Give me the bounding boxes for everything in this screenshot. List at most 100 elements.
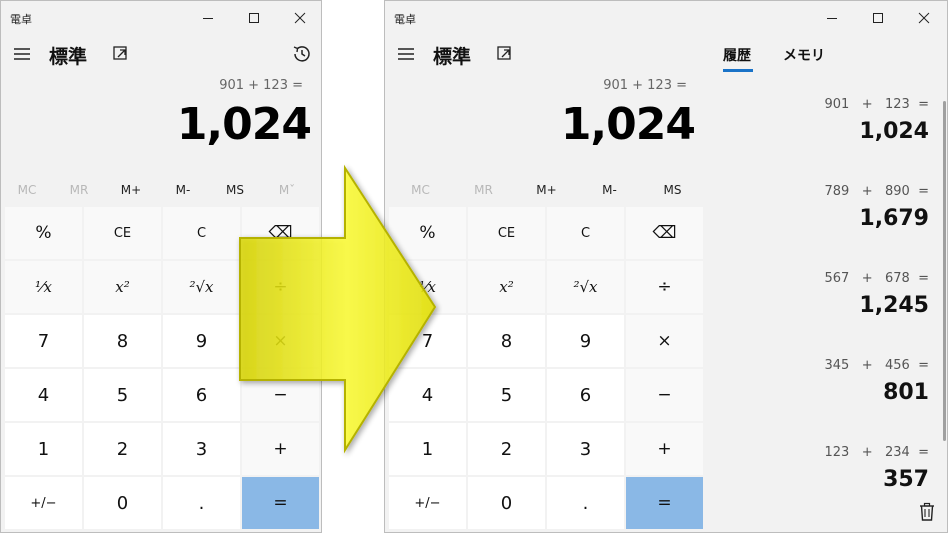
- key-multiply[interactable]: ×: [626, 315, 703, 367]
- key-percent[interactable]: %: [5, 207, 82, 259]
- key-backspace[interactable]: ⌫: [626, 207, 703, 259]
- key-add[interactable]: +: [626, 423, 703, 475]
- memory-button-mr[interactable]: MR: [53, 177, 105, 203]
- title-bar[interactable]: 電卓: [1, 1, 321, 35]
- key-square[interactable]: x²: [84, 261, 161, 313]
- active-tab-indicator: [723, 69, 753, 72]
- memory-button-ms[interactable]: MS: [209, 177, 261, 203]
- history-scrollbar[interactable]: [943, 101, 946, 441]
- minimize-button[interactable]: [185, 3, 231, 33]
- key-subtract[interactable]: −: [242, 369, 319, 421]
- key-digit-1[interactable]: 1: [5, 423, 82, 475]
- key-label: ²√x: [573, 278, 598, 296]
- key-divide[interactable]: ÷: [242, 261, 319, 313]
- key-digit-9[interactable]: 9: [163, 315, 240, 367]
- key-label: CE: [497, 225, 516, 241]
- history-item[interactable]: 123 + 234 = 357: [703, 441, 929, 521]
- key-square-root[interactable]: ²√x: [547, 261, 624, 313]
- memory-button-mplus[interactable]: M+: [515, 177, 578, 203]
- tab-history[interactable]: 履歴: [723, 45, 751, 65]
- keypad: % CE C ⌫ ¹⁄x x² ²√x ÷ 7 8 9 × 4 5 6 − 1 2 3 + +/− 0. =: [389, 207, 703, 529]
- history-item[interactable]: 789 + 890 = 1,679: [703, 180, 929, 260]
- key-add[interactable]: +: [242, 423, 319, 475]
- key-negate[interactable]: +/−: [5, 477, 82, 529]
- key-equals[interactable]: =: [242, 477, 319, 529]
- mode-title: 標準: [49, 46, 88, 68]
- key-digit-7[interactable]: 7: [5, 315, 82, 367]
- key-label: −: [273, 385, 288, 405]
- history-icon[interactable]: [291, 43, 313, 65]
- key-clear[interactable]: C: [547, 207, 624, 259]
- key-clear[interactable]: C: [163, 207, 240, 259]
- title-bar[interactable]: 電卓: [385, 1, 947, 35]
- keypad: % CE C ⌫ ¹⁄x x² ²√x ÷ 7 8 9 × 4 5 6 − 1 2 3 + +/− 0. =: [5, 207, 319, 529]
- keep-on-top-icon[interactable]: [495, 44, 515, 64]
- key-decimal[interactable]: .: [163, 477, 240, 529]
- navigation-menu-button[interactable]: [11, 41, 33, 67]
- history-expression: 789 + 890 =: [824, 184, 929, 199]
- key-digit-8[interactable]: 8: [84, 315, 161, 367]
- key-digit-0[interactable]: 0: [468, 477, 545, 529]
- keep-on-top-icon[interactable]: [111, 44, 131, 64]
- key-digit-3[interactable]: 3: [163, 423, 240, 475]
- key-digit-9[interactable]: 9: [547, 315, 624, 367]
- key-label: CE: [113, 225, 132, 241]
- history-item[interactable]: 567 + 678 = 1,245: [703, 267, 929, 347]
- key-digit-3[interactable]: 3: [547, 423, 624, 475]
- memory-button-mplus[interactable]: M+: [105, 177, 157, 203]
- key-label: 7: [421, 330, 434, 352]
- close-button[interactable]: [277, 3, 321, 33]
- trash-icon[interactable]: [916, 501, 938, 523]
- minimize-button[interactable]: [809, 3, 855, 33]
- key-digit-8[interactable]: 8: [468, 315, 545, 367]
- key-divide[interactable]: ÷: [626, 261, 703, 313]
- key-digit-2[interactable]: 2: [468, 423, 545, 475]
- key-reciprocal[interactable]: ¹⁄x: [5, 261, 82, 313]
- memory-button-ms[interactable]: MS: [641, 177, 704, 203]
- key-multiply[interactable]: ×: [242, 315, 319, 367]
- key-label: 0: [500, 492, 513, 514]
- history-expression: 567 + 678 =: [824, 271, 929, 286]
- history-item[interactable]: 901 + 123 = 1,024: [703, 93, 929, 173]
- memory-button-mc[interactable]: MC: [389, 177, 452, 203]
- key-digit-4[interactable]: 4: [389, 369, 466, 421]
- key-clear-entry[interactable]: CE: [84, 207, 161, 259]
- key-label: C: [580, 225, 591, 241]
- key-reciprocal[interactable]: ¹⁄x: [389, 261, 466, 313]
- history-result: 1,679: [859, 206, 929, 231]
- tab-memory[interactable]: メモリ: [783, 45, 825, 65]
- key-percent[interactable]: %: [389, 207, 466, 259]
- key-label: ¹⁄x: [419, 278, 436, 296]
- key-square-root[interactable]: ²√x: [163, 261, 240, 313]
- key-label: −: [657, 385, 672, 405]
- result-display: 1,024: [560, 99, 696, 150]
- key-digit-4[interactable]: 4: [5, 369, 82, 421]
- key-digit-6[interactable]: 6: [163, 369, 240, 421]
- key-equals[interactable]: =: [626, 477, 703, 529]
- key-digit-2[interactable]: 2: [84, 423, 161, 475]
- history-item[interactable]: 345 + 456 = 801: [703, 354, 929, 434]
- key-square[interactable]: x²: [468, 261, 545, 313]
- key-negate[interactable]: +/−: [389, 477, 466, 529]
- key-digit-5[interactable]: 5: [468, 369, 545, 421]
- memory-button-m-list[interactable]: Mˇ: [261, 177, 313, 203]
- key-label: 3: [195, 438, 208, 460]
- key-digit-5[interactable]: 5: [84, 369, 161, 421]
- key-digit-1[interactable]: 1: [389, 423, 466, 475]
- key-clear-entry[interactable]: CE: [468, 207, 545, 259]
- key-subtract[interactable]: −: [626, 369, 703, 421]
- memory-button-mminus[interactable]: M-: [578, 177, 641, 203]
- maximize-button[interactable]: [855, 3, 901, 33]
- key-digit-7[interactable]: 7: [389, 315, 466, 367]
- memory-button-mc[interactable]: MC: [1, 177, 53, 203]
- key-digit-0[interactable]: 0: [84, 477, 161, 529]
- navigation-menu-button[interactable]: [395, 41, 417, 67]
- memory-button-mr[interactable]: MR: [452, 177, 515, 203]
- memory-button-mminus[interactable]: M-: [157, 177, 209, 203]
- key-backspace[interactable]: ⌫: [242, 207, 319, 259]
- maximize-button[interactable]: [231, 3, 277, 33]
- key-digit-6[interactable]: 6: [547, 369, 624, 421]
- key-label: 7: [37, 330, 50, 352]
- key-decimal[interactable]: .: [547, 477, 624, 529]
- close-button[interactable]: [901, 3, 947, 33]
